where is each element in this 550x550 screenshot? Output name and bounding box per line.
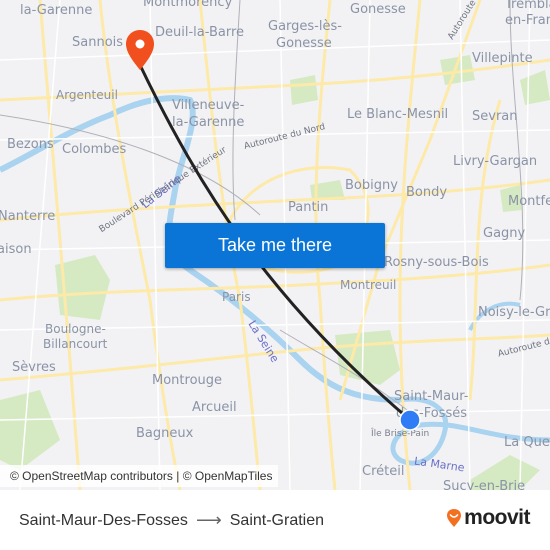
map[interactable]: la-Garenne Montmorency Gonesse Tremblay-…	[0, 0, 550, 490]
origin-marker[interactable]	[399, 409, 421, 431]
origin-label: Saint-Maur-Des-Fosses	[19, 511, 188, 529]
destination-pin-icon[interactable]	[126, 30, 154, 70]
route-summary: Saint-Maur-Des-Fosses ⟶ Saint-Gratien	[19, 510, 324, 531]
map-attribution[interactable]: © OpenStreetMap contributors | © OpenMap…	[0, 465, 279, 487]
moovit-logo[interactable]: moovit	[446, 506, 530, 530]
take-me-there-button[interactable]: Take me there	[165, 223, 385, 268]
footer: Saint-Maur-Des-Fosses ⟶ Saint-Gratien mo…	[0, 490, 550, 550]
moovit-pin-icon	[447, 509, 462, 527]
destination-label: Saint-Gratien	[229, 511, 325, 529]
brand-name: moovit	[464, 506, 530, 529]
arrow-right-icon: ⟶	[195, 510, 222, 530]
